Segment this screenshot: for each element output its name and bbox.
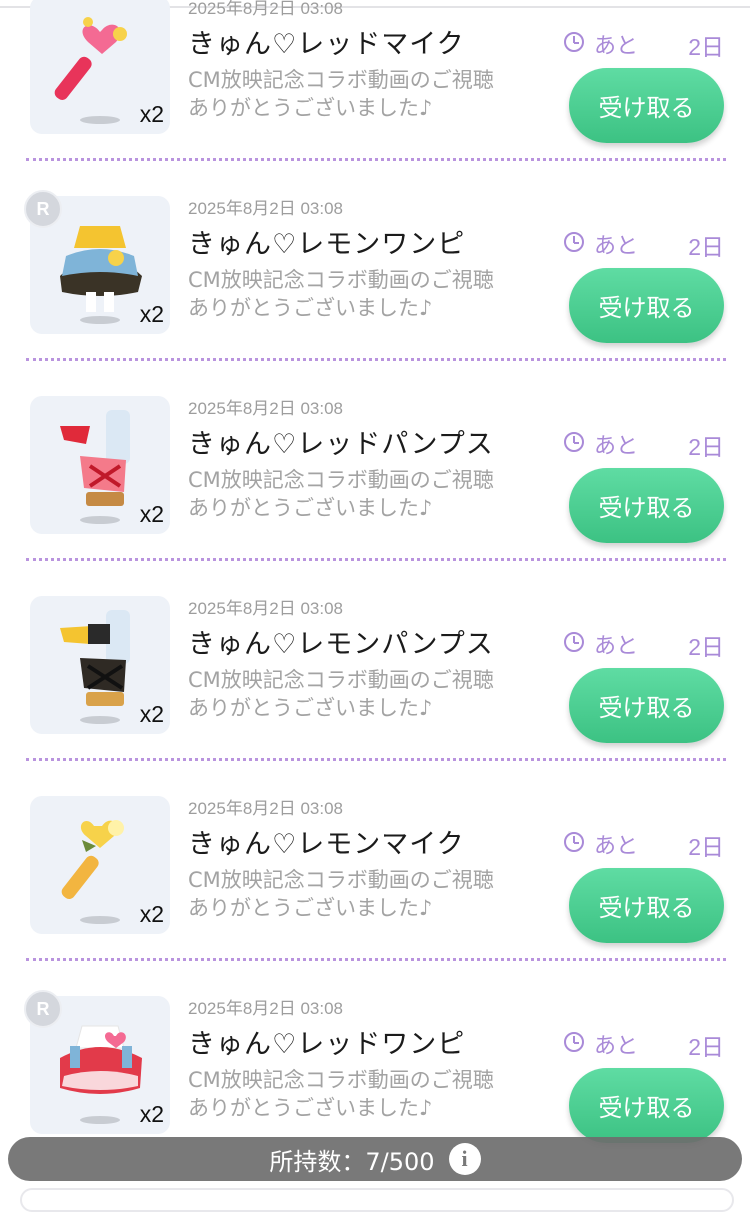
item-description: CM放映記念コラボ動画のご視聴 ありがとうございました♪ (188, 1066, 494, 1122)
expiry-days: 2日 (688, 634, 724, 660)
item-date: 2025年8月2日 03:08 (188, 199, 343, 218)
clock-icon (564, 432, 584, 452)
item-thumbnail[interactable]: x2 (30, 796, 170, 934)
item-divider (26, 958, 726, 961)
item-title: きゅん♡レモンパンプス (188, 629, 494, 660)
item-description-line1: CM放映記念コラボ動画のご視聴 (188, 468, 494, 492)
expiry-timer: あと 2日 (564, 428, 724, 462)
item-title: きゅん♡レッドワンピ (188, 1029, 466, 1060)
item-description: CM放映記念コラボ動画のご視聴 ありがとうございました♪ (188, 66, 494, 122)
inventory-count-bar: 所持数：7/500 i (8, 1137, 742, 1181)
claim-button[interactable]: 受け取る (569, 1068, 724, 1143)
bottom-panel-edge (20, 1188, 734, 1212)
item-description-line1: CM放映記念コラボ動画のご視聴 (188, 1068, 494, 1092)
expiry-timer: あと 2日 (564, 828, 724, 862)
item-divider (26, 158, 726, 161)
item-quantity: x2 (139, 1101, 164, 1127)
item-description-line2: ありがとうございました♪ (188, 1096, 433, 1120)
rarity-badge: R (24, 190, 62, 228)
claim-button[interactable]: 受け取る (569, 268, 724, 343)
gift-item: x2 R 2025年8月2日 03:08 きゅん♡レモンワンピ CM放映記念コラ… (0, 190, 750, 400)
expiry-label: あと (594, 434, 639, 459)
item-thumbnail[interactable]: x2 (30, 396, 170, 534)
gift-item: x2 2025年8月2日 03:08 きゅん♡レモンマイク CM放映記念コラボ動… (0, 796, 750, 1000)
expiry-timer: あと 2日 (564, 628, 724, 662)
expiry-label: あと (594, 1034, 639, 1059)
item-description-line2: ありがとうございました♪ (188, 496, 433, 520)
clock-icon (564, 832, 584, 852)
item-date: 2025年8月2日 03:08 (188, 399, 343, 418)
clock-icon (564, 1032, 584, 1052)
clock-icon (564, 32, 584, 52)
item-description: CM放映記念コラボ動画のご視聴 ありがとうございました♪ (188, 666, 494, 722)
inventory-count: 所持数：7/500 (269, 1147, 435, 1176)
clock-icon (564, 232, 584, 252)
item-divider (26, 758, 726, 761)
expiry-days: 2日 (688, 834, 724, 860)
claim-button[interactable]: 受け取る (569, 468, 724, 543)
claim-button[interactable]: 受け取る (569, 668, 724, 743)
item-description-line1: CM放映記念コラボ動画のご視聴 (188, 68, 494, 92)
gift-item: x2 2025年8月2日 03:08 きゅん♡レモンパンプス CM放映記念コラボ… (0, 596, 750, 800)
clock-icon (564, 632, 584, 652)
expiry-label: あと (594, 34, 639, 59)
item-date: 2025年8月2日 03:08 (188, 999, 343, 1018)
item-description-line2: ありがとうございました♪ (188, 96, 433, 120)
expiry-timer: あと 2日 (564, 1028, 724, 1062)
item-description-line1: CM放映記念コラボ動画のご視聴 (188, 668, 494, 692)
item-description-line2: ありがとうございました♪ (188, 896, 433, 920)
item-quantity: x2 (139, 901, 164, 927)
gift-item: x2 2025年8月2日 03:08 きゅん♡レッドマイク CM放映記念コラボ動… (0, 0, 750, 200)
expiry-timer: あと 2日 (564, 28, 724, 62)
item-description: CM放映記念コラボ動画のご視聴 ありがとうございました♪ (188, 266, 494, 322)
expiry-days: 2日 (688, 1034, 724, 1060)
item-description-line1: CM放映記念コラボ動画のご視聴 (188, 268, 494, 292)
claim-button[interactable]: 受け取る (569, 868, 724, 943)
rarity-badge: R (24, 990, 62, 1028)
item-quantity: x2 (139, 301, 164, 327)
item-divider (26, 358, 726, 361)
item-quantity: x2 (139, 101, 164, 127)
expiry-days: 2日 (688, 234, 724, 260)
item-thumbnail[interactable]: x2 (30, 596, 170, 734)
item-date: 2025年8月2日 03:08 (188, 0, 343, 18)
item-description-line1: CM放映記念コラボ動画のご視聴 (188, 868, 494, 892)
item-title: きゅん♡レモンワンピ (188, 229, 466, 260)
item-thumbnail[interactable]: x2 (30, 0, 170, 134)
item-divider (26, 558, 726, 561)
claim-button[interactable]: 受け取る (569, 68, 724, 143)
expiry-timer: あと 2日 (564, 228, 724, 262)
item-quantity: x2 (139, 501, 164, 527)
item-description-line2: ありがとうございました♪ (188, 696, 433, 720)
item-title: きゅん♡レッドマイク (188, 29, 465, 60)
item-description: CM放映記念コラボ動画のご視聴 ありがとうございました♪ (188, 466, 494, 522)
expiry-label: あと (594, 834, 639, 859)
info-icon[interactable]: i (448, 1143, 481, 1175)
gift-item: x2 2025年8月2日 03:08 きゅん♡レッドパンプス CM放映記念コラボ… (0, 396, 750, 600)
expiry-label: あと (594, 634, 639, 659)
item-date: 2025年8月2日 03:08 (188, 599, 343, 618)
item-quantity: x2 (139, 701, 164, 727)
item-description-line2: ありがとうございました♪ (188, 296, 433, 320)
item-description: CM放映記念コラボ動画のご視聴 ありがとうございました♪ (188, 866, 494, 922)
item-title: きゅん♡レモンマイク (188, 829, 465, 860)
item-title: きゅん♡レッドパンプス (188, 429, 494, 460)
expiry-label: あと (594, 234, 639, 259)
expiry-days: 2日 (688, 434, 724, 460)
item-date: 2025年8月2日 03:08 (188, 799, 343, 818)
expiry-days: 2日 (688, 34, 724, 60)
